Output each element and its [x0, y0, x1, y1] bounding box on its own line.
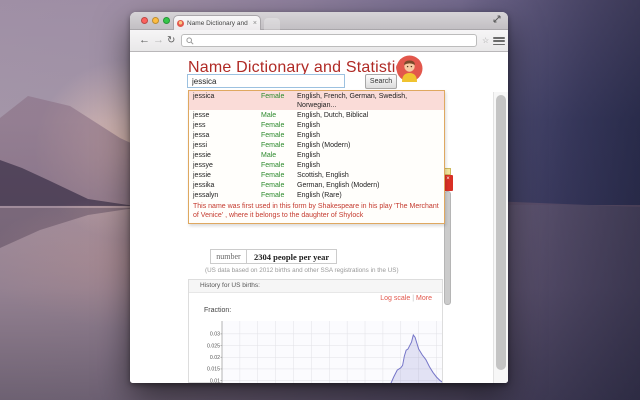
browser-scrollbar[interactable] — [493, 92, 508, 383]
suggestion-languages: English, Dutch, Biblical — [297, 111, 369, 119]
suggestion-gender: Male — [261, 151, 277, 159]
browser-toolbar: ← → ↻ ☆ — [130, 30, 508, 52]
fullscreen-icon[interactable] — [492, 14, 502, 24]
suggestion-gender: Female — [261, 141, 285, 149]
search-icon — [186, 36, 194, 45]
svg-text:0.01: 0.01 — [210, 378, 220, 383]
svg-text:0.015: 0.015 — [207, 367, 220, 373]
bookmark-star-icon[interactable]: ☆ — [482, 36, 489, 45]
new-tab-button[interactable] — [264, 18, 280, 30]
suggestion-name: jesse — [193, 111, 210, 119]
suggestion-row[interactable]: jess Female English — [189, 120, 444, 130]
suggestion-row[interactable]: jesse Male English, Dutch, Biblical — [189, 110, 444, 120]
name-origin-note: This name was first used in this form by… — [193, 203, 439, 219]
autocomplete-dropdown: jessica Female English, French, German, Sw… — [188, 90, 445, 224]
window-close-button[interactable] — [141, 17, 148, 24]
log-scale-link[interactable]: Log scale — [380, 295, 410, 302]
suggestion-languages: Scottish, English — [297, 171, 349, 179]
suggestion-row[interactable]: jessi Female English (Modern) — [189, 140, 444, 150]
desktop: Name Dictionary and Stati × ← → ↻ ☆ — [0, 0, 640, 400]
suggestion-row[interactable]: jessika Female German, English (Modern) — [189, 180, 444, 190]
suggestion-row[interactable]: jessye Female English — [189, 160, 444, 170]
tab-favicon-icon — [177, 19, 184, 27]
tab-strip: Name Dictionary and Stati × — [130, 12, 508, 30]
site-logo-avatar-icon — [396, 55, 423, 82]
suggestion-gender: Female — [261, 121, 285, 129]
svg-text:0.025: 0.025 — [207, 343, 220, 349]
suggestion-name: jess — [193, 121, 206, 129]
address-bar[interactable] — [181, 34, 477, 47]
suggestion-row[interactable]: jessie Male English — [189, 150, 444, 160]
suggestion-languages: English — [297, 131, 320, 139]
name-search-input[interactable] — [187, 74, 345, 88]
svg-text:0.03: 0.03 — [210, 332, 220, 338]
history-panel-title: History for US births: — [189, 280, 442, 293]
suggestion-languages: English — [297, 151, 320, 159]
browser-window: Name Dictionary and Stati × ← → ↻ ☆ — [130, 12, 508, 383]
suggestion-name: jessika — [193, 181, 215, 189]
suggestion-gender: Female — [261, 131, 285, 139]
suggestion-languages: English, French, German, Swedish, Norweg… — [297, 92, 408, 109]
menu-hamburger-icon[interactable] — [493, 36, 505, 46]
forward-button: → — [153, 34, 164, 46]
search-button[interactable]: Search — [365, 74, 397, 89]
number-label-cell: number — [210, 249, 246, 264]
suggestion-list: jessica Female English, French, German, Sw… — [189, 91, 444, 200]
suggestion-languages: English (Rare) — [297, 191, 342, 199]
reload-button[interactable]: ↻ — [167, 34, 175, 47]
suggestion-name: jessa — [193, 131, 210, 139]
suggestion-gender: Female — [261, 161, 285, 169]
suggestion-name: jessie — [193, 171, 211, 179]
suggestion-row[interactable]: jessie Female Scottish, English — [189, 170, 444, 180]
suggestion-name: jessi — [193, 141, 208, 149]
suggestion-gender: Female — [261, 171, 285, 179]
data-source-caption: (US data based on 2012 births and other … — [205, 267, 399, 274]
browser-scrollbar-thumb[interactable] — [496, 95, 506, 370]
suggestion-row[interactable]: jessa Female English — [189, 130, 444, 140]
suggestion-languages: German, English (Modern) — [297, 181, 380, 189]
suggestion-row[interactable]: jessica Female English, French, German, Sw… — [189, 91, 444, 110]
browser-tab[interactable]: Name Dictionary and Stati × — [173, 15, 261, 30]
chart-links: Log scale | More — [380, 295, 432, 302]
suggestion-name: jessica — [193, 92, 215, 100]
suggestion-gender: Male — [261, 111, 277, 119]
overlay-fragment — [444, 168, 451, 175]
suggestion-languages: English — [297, 161, 320, 169]
fraction-axis-label: Fraction: — [204, 307, 232, 314]
window-minimize-button[interactable] — [152, 17, 159, 24]
suggestion-languages: English (Modern) — [297, 141, 351, 149]
suggestion-languages: English — [297, 121, 320, 129]
history-panel: History for US births: Log scale | More Fr… — [188, 279, 443, 383]
web-page: Name Dictionary and Statistic Search jes… — [130, 52, 508, 383]
births-history-chart: 00.0050.010.0150.020.0250.03188018901900… — [189, 315, 442, 383]
chart-svg: 00.0050.010.0150.020.0250.03188018901900… — [207, 321, 442, 383]
address-input[interactable] — [197, 37, 472, 44]
suggestion-name: jessye — [193, 161, 213, 169]
number-value-cell: 2304 people per year — [246, 249, 338, 264]
suggestion-gender: Female — [261, 181, 285, 189]
page-inner-scrollbar-thumb[interactable] — [444, 191, 451, 305]
suggestion-gender: Female — [261, 191, 285, 199]
suggestion-name: jessalyn — [193, 191, 219, 199]
suggestion-name: jessie — [193, 151, 211, 159]
svg-text:0.02: 0.02 — [210, 355, 220, 361]
tab-close-icon[interactable]: × — [253, 20, 257, 27]
more-link[interactable]: More — [416, 295, 432, 302]
suggestion-gender: Female — [261, 92, 285, 100]
window-zoom-button[interactable] — [163, 17, 170, 24]
tab-title: Name Dictionary and Stati — [187, 19, 250, 27]
birth-number-table: number 2304 people per year — [210, 249, 338, 264]
suggestion-row[interactable]: jessalyn Female English (Rare) — [189, 190, 444, 200]
back-button[interactable]: ← — [139, 34, 150, 47]
